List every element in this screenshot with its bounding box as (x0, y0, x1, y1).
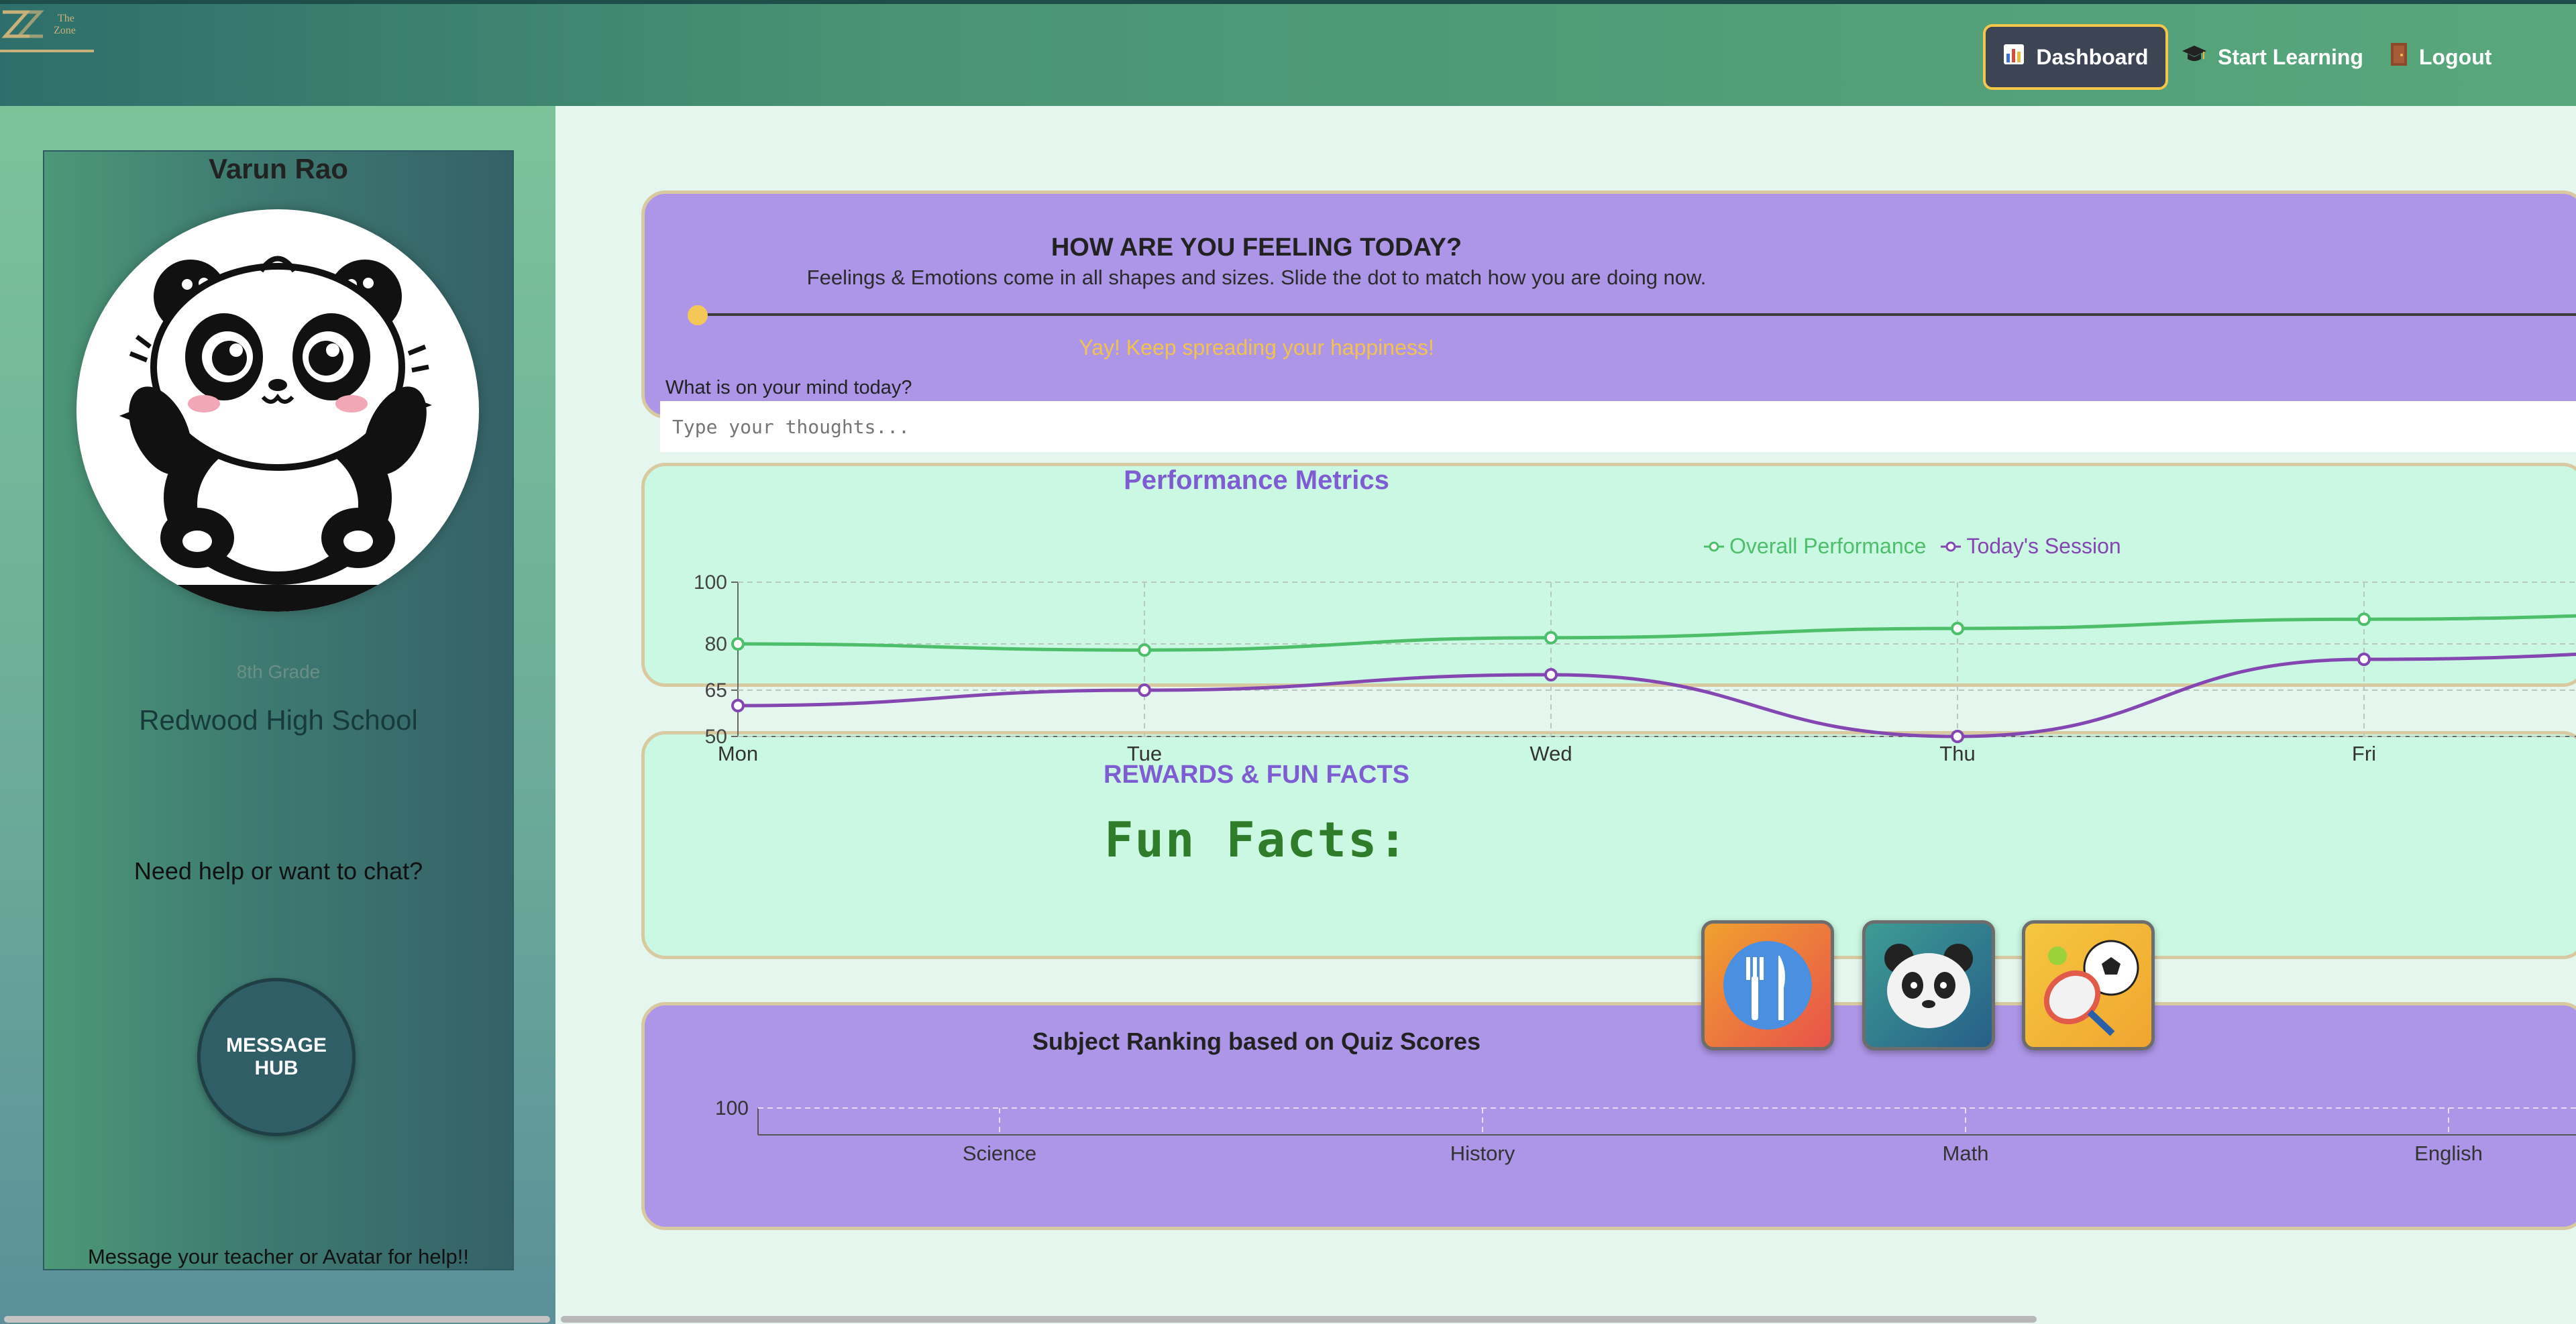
panda-icon (1884, 944, 1973, 1028)
data-point-0-0 (731, 637, 745, 651)
y-tick-label: 100 (694, 571, 727, 594)
x-tick-label: Thu (1939, 742, 1975, 765)
series-line-1 (737, 653, 2576, 738)
ranking-x-tick-label: Math (1943, 1142, 1989, 1165)
data-point-1-3 (1951, 730, 1964, 743)
ranking-x-tick-label: Science (963, 1142, 1036, 1165)
data-point-0-3 (1951, 622, 1964, 635)
ranking-x-tick-label: English (2414, 1142, 2483, 1165)
ranking-x-tick-label: History (1450, 1142, 1515, 1165)
data-point-1-2 (1544, 668, 1558, 681)
charts-layer: 100806550Mon Tue Wed Thu Fri100Science Histor… (694, 571, 2576, 1165)
x-tick-label: Tue (1127, 742, 1162, 765)
fun-fact-tile-food[interactable] (1701, 920, 1834, 1050)
x-tick-label: Fri (2352, 742, 2376, 765)
data-point-1-4 (2357, 653, 2371, 666)
data-point-1-1 (1138, 683, 1151, 697)
ranking-y-tick-label: 100 (715, 1097, 749, 1119)
sports-icon (2043, 940, 2139, 1036)
fun-fact-tile-sports[interactable] (2022, 920, 2155, 1050)
fun-fact-tile-panda[interactable] (1862, 920, 1995, 1050)
sidebar-horizontal-scrollbar[interactable] (4, 1316, 550, 1323)
data-point-1-0 (731, 699, 745, 712)
fork-knife-icon (1723, 941, 1812, 1030)
y-tick-label: 65 (705, 679, 727, 702)
data-point-0-2 (1544, 630, 1558, 645)
y-tick-label: 80 (705, 633, 727, 655)
data-point-0-4 (2357, 612, 2371, 626)
main-horizontal-scrollbar[interactable] (561, 1316, 2037, 1323)
x-tick-label: Mon (718, 742, 758, 765)
data-point-0-1 (1138, 643, 1151, 657)
x-tick-label: Wed (1529, 742, 1572, 765)
